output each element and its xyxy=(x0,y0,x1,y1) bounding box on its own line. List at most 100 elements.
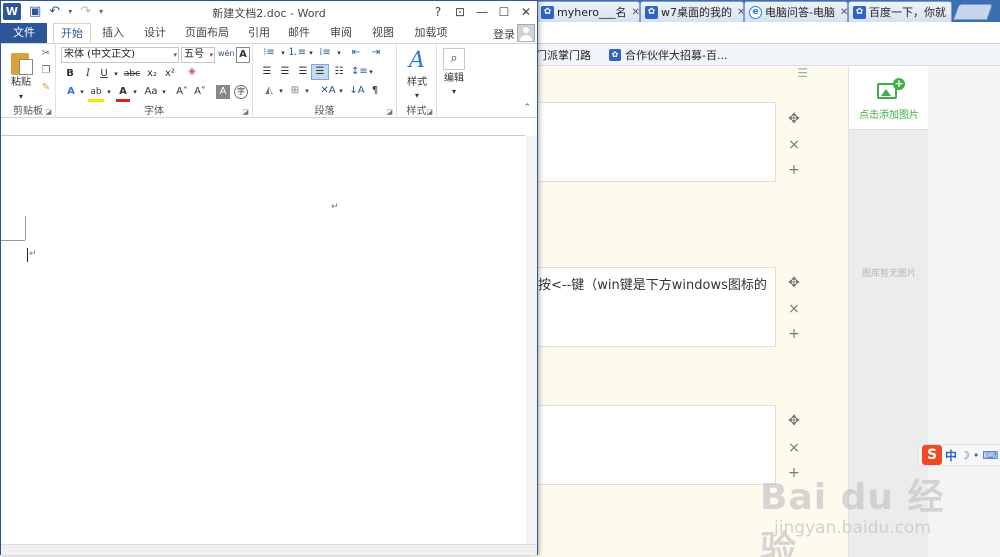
address-bar[interactable] xyxy=(530,22,1000,44)
chevron-down-icon[interactable]: ▾ xyxy=(447,85,461,99)
align-center-icon[interactable]: ☰ xyxy=(277,65,293,79)
styles-button[interactable]: 样式 xyxy=(399,76,435,90)
chevron-down-icon[interactable]: ▾ xyxy=(160,85,168,99)
chevron-down-icon[interactable]: ▾ xyxy=(307,46,315,60)
close-icon[interactable]: ✕ xyxy=(838,7,847,18)
chevron-down-icon[interactable]: ▾ xyxy=(337,84,345,98)
browser-tab-myhero[interactable]: ✿ myhero___名 ✕ xyxy=(536,1,640,22)
step-box[interactable] xyxy=(530,102,776,182)
font-color-icon[interactable]: A xyxy=(116,85,130,102)
align-left-icon[interactable]: ☰ xyxy=(259,65,275,79)
enclose-characters-icon[interactable]: 字 xyxy=(234,85,248,99)
collapse-ribbon-icon[interactable]: ⌃ xyxy=(523,103,531,113)
chevron-down-icon[interactable]: ▾ xyxy=(131,85,139,99)
ribbon-display-icon[interactable]: ⊡ xyxy=(449,1,471,23)
tab-file[interactable]: 文件 xyxy=(1,23,47,43)
step-box[interactable]: 按<--键（win键是下方windows图标的 xyxy=(530,267,776,347)
step-box[interactable] xyxy=(530,405,776,485)
chevron-down-icon[interactable]: ▾ xyxy=(279,46,287,60)
justify-icon[interactable]: ☰ xyxy=(311,64,329,80)
superscript-button[interactable]: x² xyxy=(162,67,178,81)
bold-button[interactable]: B xyxy=(64,67,76,81)
chevron-down-icon[interactable]: ▾ xyxy=(105,85,113,99)
chevron-down-icon[interactable]: ▾ xyxy=(277,84,285,98)
shrink-font-button[interactable]: A˅ xyxy=(192,85,208,99)
remove-icon[interactable]: × xyxy=(786,132,802,158)
tab-addins[interactable]: 加载项 xyxy=(409,23,453,43)
dialog-launcher-icon[interactable]: ◪ xyxy=(242,108,249,116)
paste-icon[interactable] xyxy=(10,50,34,76)
chevron-down-icon[interactable]: ▾ xyxy=(78,85,86,99)
tab-design[interactable]: 设计 xyxy=(139,23,171,43)
vertical-scrollbar[interactable] xyxy=(526,136,537,544)
paste-button[interactable]: 粘贴 xyxy=(7,76,35,90)
character-shading-icon[interactable]: A xyxy=(216,85,230,99)
close-icon[interactable]: ✕ xyxy=(949,7,951,18)
add-icon[interactable]: + xyxy=(786,460,802,486)
sign-in-link[interactable]: 登录 xyxy=(493,26,515,42)
move-icon[interactable]: ✥ xyxy=(786,408,802,434)
list-icon[interactable]: ☰ xyxy=(797,66,808,80)
close-icon[interactable]: ✕ xyxy=(735,7,743,18)
multilevel-list-icon[interactable]: ⁞≡ xyxy=(315,46,335,60)
remove-icon[interactable]: × xyxy=(786,435,802,461)
copy-icon[interactable]: ❐ xyxy=(39,64,53,78)
binoculars-icon[interactable]: ⌕ xyxy=(443,48,465,70)
dialog-launcher-icon[interactable]: ◪ xyxy=(426,108,433,116)
tab-home[interactable]: 开始 xyxy=(53,23,91,43)
minimize-icon[interactable]: — xyxy=(471,1,493,23)
sort-icon[interactable]: ↓A xyxy=(349,84,365,98)
maximize-icon[interactable]: ☐ xyxy=(493,1,515,23)
chevron-down-icon[interactable]: ▾ xyxy=(367,65,375,79)
avatar[interactable] xyxy=(517,24,535,42)
browser-tab-w7[interactable]: ✿ w7桌面的我的 ✕ xyxy=(640,1,744,22)
phonetic-guide-icon[interactable]: wén xyxy=(218,47,235,61)
chevron-down-icon[interactable]: ▾ xyxy=(335,46,343,60)
chevron-down-icon[interactable]: ▾ xyxy=(409,89,425,103)
tab-view[interactable]: 视图 xyxy=(367,23,399,43)
punctuation-icon[interactable]: • xyxy=(973,449,980,462)
chevron-down-icon[interactable]: ▾ xyxy=(303,84,311,98)
font-name-select[interactable]: 宋体 (中文正文) ▾ xyxy=(61,47,179,63)
grow-font-button[interactable]: A˄ xyxy=(174,85,190,99)
chevron-down-icon[interactable]: ▾ xyxy=(112,67,120,81)
tab-mailings[interactable]: 邮件 xyxy=(283,23,315,43)
show-marks-icon[interactable]: ¶ xyxy=(367,84,383,98)
new-tab-button[interactable] xyxy=(953,4,993,20)
ime-mode[interactable]: 中 xyxy=(945,447,957,464)
moon-icon[interactable]: ☽ xyxy=(960,449,970,462)
add-icon[interactable]: + xyxy=(786,321,802,347)
clear-formatting-icon[interactable]: ◈ xyxy=(184,65,200,79)
underline-button[interactable]: U xyxy=(98,67,110,81)
borders-icon[interactable]: ⊞ xyxy=(287,84,303,98)
shading-icon[interactable]: ◭ xyxy=(261,84,277,98)
bookmark-item[interactable]: ✿ 合作伙伴大招募-百... xyxy=(609,47,727,63)
dialog-launcher-icon[interactable]: ◪ xyxy=(45,108,52,116)
browser-tab-baidu[interactable]: ✿ 百度一下，你就 ✕ xyxy=(848,1,952,22)
move-icon[interactable]: ✥ xyxy=(786,106,802,132)
numbering-icon[interactable]: ⒈≡ xyxy=(287,46,307,60)
line-spacing-icon[interactable]: ↕≡ xyxy=(351,65,368,79)
tab-page-layout[interactable]: 页面布局 xyxy=(181,23,233,43)
change-case-button[interactable]: Aa xyxy=(142,85,160,99)
font-size-select[interactable]: 五号 ▾ xyxy=(181,47,215,63)
decrease-indent-icon[interactable]: ⇤ xyxy=(347,46,365,60)
document-body[interactable]: ↵ ↵ xyxy=(1,136,537,544)
strikethrough-button[interactable]: abc xyxy=(122,67,142,81)
tab-references[interactable]: 引用 xyxy=(243,23,275,43)
text-effects-icon[interactable]: A xyxy=(64,85,78,99)
bookmark-item[interactable]: 门派掌门路 xyxy=(536,47,591,63)
styles-icon[interactable]: A xyxy=(405,48,429,74)
format-painter-icon[interactable]: ✎ xyxy=(39,81,53,95)
move-icon[interactable]: ✥ xyxy=(786,270,802,296)
align-right-icon[interactable]: ☰ xyxy=(295,65,311,79)
add-icon[interactable]: + xyxy=(786,157,802,183)
browser-tab-diannao[interactable]: e 电脑问答-电脑 ✕ xyxy=(744,1,848,22)
italic-button[interactable]: I xyxy=(82,67,94,81)
close-icon[interactable]: ✕ xyxy=(515,1,537,23)
dialog-launcher-icon[interactable]: ◪ xyxy=(386,108,393,116)
close-icon[interactable]: ✕ xyxy=(629,7,639,18)
character-border-icon[interactable]: A xyxy=(236,47,250,63)
remove-icon[interactable]: × xyxy=(786,296,802,322)
keyboard-icon[interactable]: ⌨ xyxy=(982,449,998,462)
